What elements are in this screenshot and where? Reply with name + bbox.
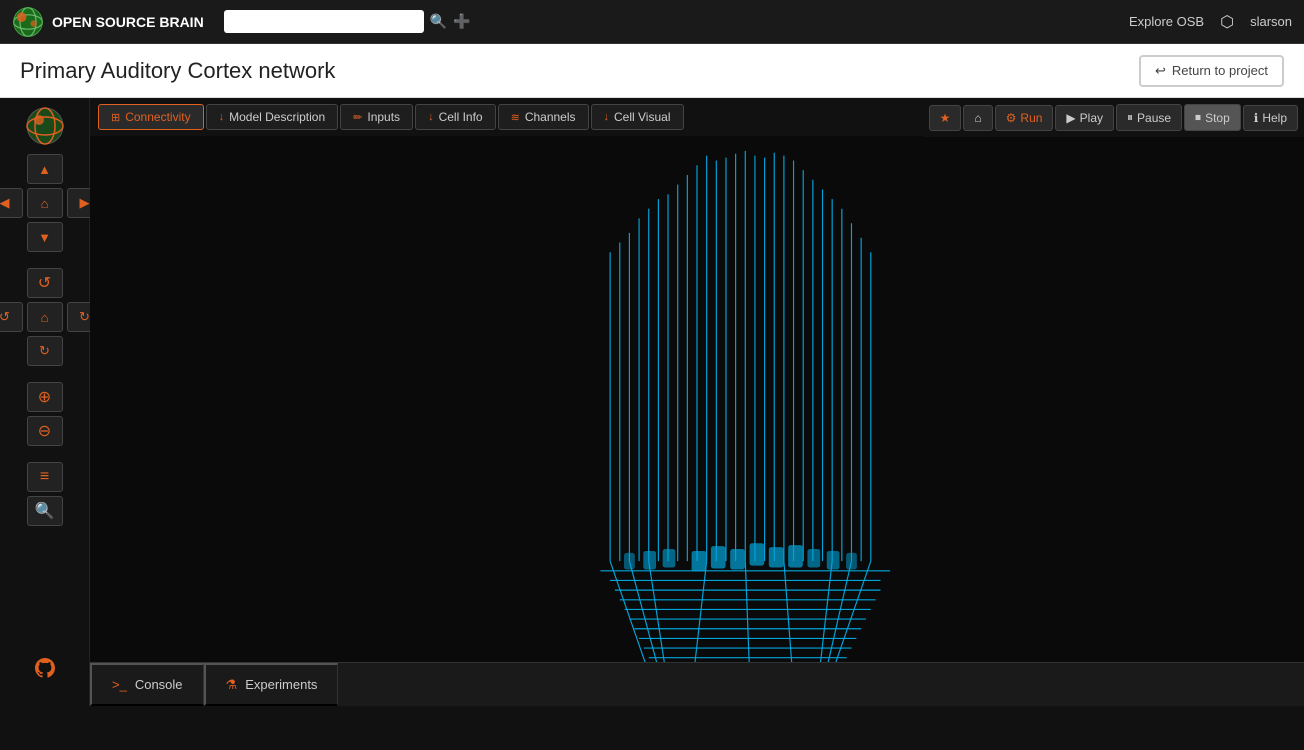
experiments-tab[interactable]: ⚗ Experiments [204, 663, 339, 706]
project-title: Primary Auditory Cortex network [20, 58, 335, 84]
cell-info-tab-icon: ↓ [428, 111, 434, 123]
tab-channels[interactable]: ≋ Channels [498, 104, 589, 130]
search-icon[interactable]: 🔍 [430, 13, 447, 30]
osb-logo-icon [12, 6, 44, 38]
tab-inputs[interactable]: ✏ Inputs [340, 104, 413, 130]
inputs-tab-icon: ✏ [353, 111, 362, 124]
stop-icon: ⏹ [1195, 110, 1201, 125]
return-to-project-button[interactable]: ↩ Return to project [1139, 55, 1284, 87]
search-input[interactable] [224, 10, 424, 33]
help-button[interactable]: ℹ Help [1243, 105, 1298, 131]
run-gear-icon: ⚙ [1006, 111, 1017, 125]
top-navigation: OPEN SOURCE BRAIN 🔍 ➕ Explore OSB ⬡ slar… [0, 0, 1304, 44]
star-button[interactable]: ★ [929, 105, 962, 131]
tab-cell-visual[interactable]: ↓ Cell Visual [591, 104, 684, 130]
run-button[interactable]: ⚙ Run [995, 105, 1054, 131]
explore-osb-link[interactable]: Explore OSB [1129, 14, 1204, 29]
cell-visual-tab-icon: ↓ [604, 111, 610, 123]
search-button[interactable]: 🔍 [27, 496, 63, 526]
pause-button[interactable]: ⏸ Pause [1116, 104, 1182, 131]
channels-tab-icon: ≋ [511, 111, 520, 124]
left-sidebar: ▲ ◀ ⌂ ▶ ▼ ↺ ↺ ⌂ ↻ ↻ ⊕ ⊖ ≡ 🔍 [0, 98, 90, 706]
undo-button[interactable]: ↺ [27, 268, 63, 298]
tab-model-description[interactable]: ↓ Model Description [206, 104, 339, 130]
user-name: slarson [1250, 14, 1292, 29]
tab-bar: ⊞ Connectivity ↓ Model Description ✏ Inp… [90, 98, 1304, 136]
pause-icon: ⏸ [1127, 110, 1133, 125]
share-icon[interactable]: ⬡ [1220, 12, 1234, 32]
tab-cell-info[interactable]: ↓ Cell Info [415, 104, 496, 130]
tab-connectivity[interactable]: ⊞ Connectivity [98, 104, 204, 130]
nav-right: Explore OSB ⬡ slarson [1129, 12, 1292, 32]
visualization-area: ⊞ Connectivity ↓ Model Description ✏ Inp… [90, 98, 1304, 706]
zoom-out-button[interactable]: ⊖ [27, 416, 63, 446]
title-bar: Primary Auditory Cortex network ↩ Return… [0, 44, 1304, 98]
transform-row: ↺ ⌂ ↻ [0, 302, 103, 332]
pan-row: ◀ ⌂ ▶ [0, 188, 103, 218]
zoom-in-button[interactable]: ⊕ [27, 382, 63, 412]
bottom-bar: >_ Console ⚗ Experiments [90, 662, 1304, 706]
reset-button[interactable]: ↺ [0, 302, 23, 332]
console-icon: >_ [112, 677, 127, 692]
reload-button[interactable]: ↻ [27, 336, 63, 366]
github-icon[interactable] [33, 656, 57, 686]
home-center-button[interactable]: ⌂ [27, 188, 63, 218]
search-container: 🔍 ➕ [224, 10, 471, 33]
list-button[interactable]: ≡ [27, 462, 63, 492]
logo-text: OPEN SOURCE BRAIN [52, 14, 204, 30]
add-icon[interactable]: ➕ [453, 13, 470, 30]
pan-up-button[interactable]: ▲ [27, 154, 63, 184]
main-area: ▲ ◀ ⌂ ▶ ▼ ↺ ↺ ⌂ ↻ ↻ ⊕ ⊖ ≡ 🔍 [0, 98, 1304, 706]
model-desc-tab-icon: ↓ [219, 111, 225, 123]
experiments-icon: ⚗ [226, 677, 238, 693]
stop-button[interactable]: ⏹ Stop [1184, 104, 1241, 131]
home-view-button[interactable]: ⌂ [27, 302, 63, 332]
globe-sidebar-icon [25, 106, 65, 146]
connectivity-tab-icon: ⊞ [111, 111, 120, 124]
network-svg [90, 146, 1304, 706]
right-toolbar: ★ ⌂ ⚙ Run ▶ Play ⏸ Pause ⏹ Stop [923, 98, 1304, 137]
logo-area: OPEN SOURCE BRAIN [12, 6, 204, 38]
pan-down-button[interactable]: ▼ [27, 222, 63, 252]
pan-left-button[interactable]: ◀ [0, 188, 23, 218]
help-icon: ℹ [1254, 111, 1259, 125]
play-icon: ▶ [1066, 111, 1075, 125]
play-button[interactable]: ▶ Play [1055, 105, 1114, 131]
console-tab[interactable]: >_ Console [90, 663, 204, 706]
network-canvas [90, 146, 1304, 706]
home-tool-button[interactable]: ⌂ [963, 105, 992, 131]
return-icon: ↩ [1155, 63, 1166, 79]
